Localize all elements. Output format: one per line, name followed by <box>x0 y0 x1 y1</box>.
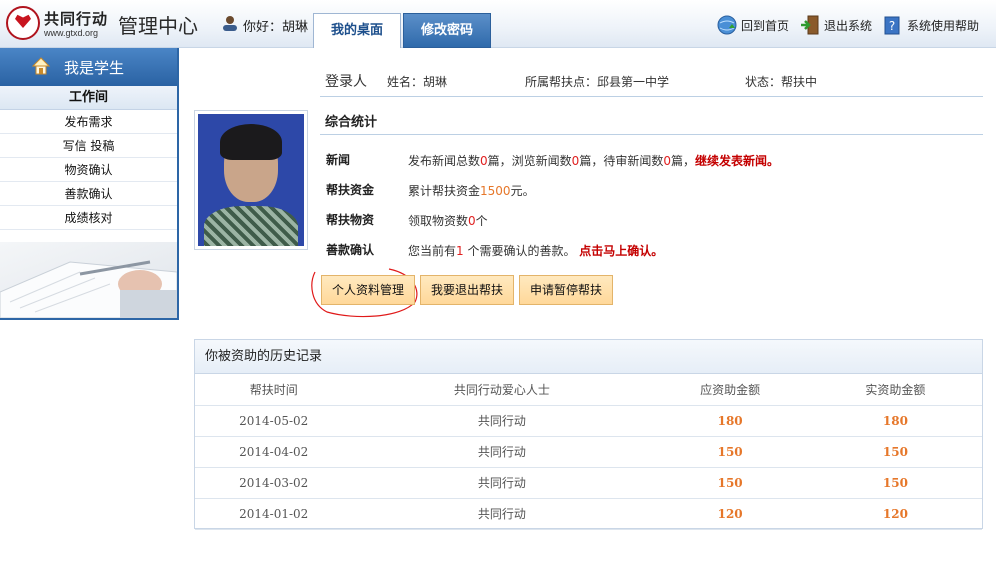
row-donor: 共同行动 <box>352 436 652 468</box>
news-text: 发布新闻总数 <box>408 154 481 168</box>
column-header-expected-amount: 应资助金额 <box>651 374 809 406</box>
news-text: 篇，浏览新闻数 <box>487 154 572 168</box>
continue-publish-news-link[interactable]: 继续发表新闻。 <box>695 154 779 168</box>
news-text: 篇，待审新闻数 <box>579 154 664 168</box>
sidebar-item-grade-check[interactable]: 成绩核对 <box>0 206 177 230</box>
history-table: 帮扶时间 共同行动爱心人士 应资助金额 实资助金额 2014-05-02 共同行… <box>195 374 982 530</box>
donation-label: 善款确认 <box>326 243 375 257</box>
confirm-donation-link[interactable]: 点击马上确认。 <box>579 244 663 258</box>
row-expected-amount: 150 <box>651 467 809 499</box>
goods-summary: 领取物资数0个 <box>408 212 488 229</box>
donation-text: 您当前有 <box>408 244 457 258</box>
pause-aid-button[interactable]: 申请暂停帮扶 <box>519 275 614 305</box>
student-name: 姓名：胡琳 <box>387 75 448 89</box>
goods-text: 个 <box>475 214 488 228</box>
row-actual-amount: 150 <box>808 436 982 468</box>
table-row: 2014-01-02 共同行动 120 120 <box>195 498 982 530</box>
funds-text: 元。 <box>510 184 535 198</box>
column-header-date: 帮扶时间 <box>195 374 353 406</box>
column-header-donor: 共同行动爱心人士 <box>352 374 652 406</box>
row-date: 2014-05-02 <box>195 405 353 437</box>
sidebar-decorative-image <box>0 242 177 318</box>
sidebar-item-publish-request[interactable]: 发布需求 <box>0 110 177 134</box>
notebook-pen-illustration <box>0 260 177 318</box>
row-expected-amount: 150 <box>651 436 809 468</box>
sidebar-item-donation-confirm[interactable]: 善款确认 <box>0 182 177 206</box>
login-label: 登录人 <box>325 74 367 90</box>
sidebar-item-goods-confirm[interactable]: 物资确认 <box>0 158 177 182</box>
funds-summary: 累计帮扶资金1500元。 <box>408 182 535 199</box>
row-actual-amount: 180 <box>808 405 982 437</box>
assigned-school: 所属帮扶点：邱县第一中学 <box>525 75 670 89</box>
logo-icon <box>6 6 40 40</box>
sidebar-item-write-letter[interactable]: 写信 投稿 <box>0 134 177 158</box>
help-link-label: 系统使用帮助 <box>907 18 980 33</box>
aid-status: 状态：帮扶中 <box>745 75 818 89</box>
help-book-icon: ? <box>884 16 900 35</box>
row-donor: 共同行动 <box>352 405 652 437</box>
donation-count: 1 <box>456 244 464 258</box>
house-icon <box>31 57 51 75</box>
table-row: 2014-03-02 共同行动 150 150 <box>195 467 982 499</box>
history-title: 你被资助的历史记录 <box>195 340 982 374</box>
row-donor: 共同行动 <box>352 467 652 499</box>
row-date: 2014-03-02 <box>195 467 353 499</box>
tab-my-desktop[interactable]: 我的桌面 <box>313 13 401 48</box>
divider <box>320 134 983 135</box>
top-bar: 共同行动 www.gtxd.org 管理中心 你好：胡琳 我的桌面 修改密码 回… <box>0 0 996 48</box>
home-globe-icon <box>717 15 737 35</box>
logo-url: www.gtxd.org <box>44 28 99 38</box>
funds-amount: 1500 <box>480 184 511 198</box>
goods-text: 领取物资数 <box>408 214 469 228</box>
logout-door-icon <box>801 15 819 35</box>
donation-text: 个需要确认的善款。 <box>463 244 580 258</box>
sidebar: 我是学生 工作间 发布需求 写信 投稿 物资确认 善款确认 成绩核对 <box>0 48 179 320</box>
pending-news-count: 0 <box>663 154 671 168</box>
donation-summary: 您当前有1 个需要确认的善款。 点击马上确认。 <box>408 242 663 259</box>
svg-text:?: ? <box>889 19 895 33</box>
profile-management-button[interactable]: 个人资料管理 <box>321 275 416 305</box>
aid-history-panel: 你被资助的历史记录 帮扶时间 共同行动爱心人士 应资助金额 实资助金额 2014… <box>194 339 983 530</box>
table-row: 2014-05-02 共同行动 180 180 <box>195 405 982 437</box>
stats-title: 综合统计 <box>325 115 378 130</box>
user-avatar-icon <box>223 16 237 31</box>
logout-link[interactable]: 退出系统 <box>799 12 872 38</box>
app-title: 管理中心 <box>118 14 198 38</box>
news-text: 篇， <box>670 154 695 168</box>
student-photo <box>194 110 308 250</box>
portrait-image <box>198 114 304 246</box>
sidebar-title: 我是学生 <box>64 58 125 77</box>
user-greeting: 你好：胡琳 <box>243 20 309 35</box>
logout-link-label: 退出系统 <box>824 18 873 33</box>
column-header-actual-amount: 实资助金额 <box>808 374 982 406</box>
help-link[interactable]: ? 系统使用帮助 <box>882 12 979 38</box>
row-donor: 共同行动 <box>352 498 652 530</box>
row-date: 2014-01-02 <box>195 498 353 530</box>
table-header-row: 帮扶时间 共同行动爱心人士 应资助金额 实资助金额 <box>195 374 982 406</box>
row-actual-amount: 120 <box>808 498 982 530</box>
quit-aid-button[interactable]: 我要退出帮扶 <box>420 275 515 305</box>
row-expected-amount: 180 <box>651 405 809 437</box>
home-link-label: 回到首页 <box>741 18 790 33</box>
sidebar-section-workspace: 工作间 <box>0 86 177 110</box>
row-expected-amount: 120 <box>651 498 809 530</box>
news-summary: 发布新闻总数0篇，浏览新闻数0篇，待审新闻数0篇，继续发表新闻。 <box>408 152 779 169</box>
logo-text: 共同行动 <box>44 10 109 28</box>
funds-label: 帮扶资金 <box>326 183 375 197</box>
row-actual-amount: 150 <box>808 467 982 499</box>
funds-text: 累计帮扶资金 <box>408 184 481 198</box>
home-link[interactable]: 回到首页 <box>716 12 789 38</box>
published-news-count: 0 <box>480 154 488 168</box>
goods-count: 0 <box>468 214 476 228</box>
news-label: 新闻 <box>326 153 351 167</box>
tab-change-password[interactable]: 修改密码 <box>403 13 491 48</box>
sidebar-header: 我是学生 <box>0 48 177 86</box>
goods-label: 帮扶物资 <box>326 213 375 227</box>
divider <box>320 96 983 97</box>
table-row: 2014-04-02 共同行动 150 150 <box>195 436 982 468</box>
row-date: 2014-04-02 <box>195 436 353 468</box>
